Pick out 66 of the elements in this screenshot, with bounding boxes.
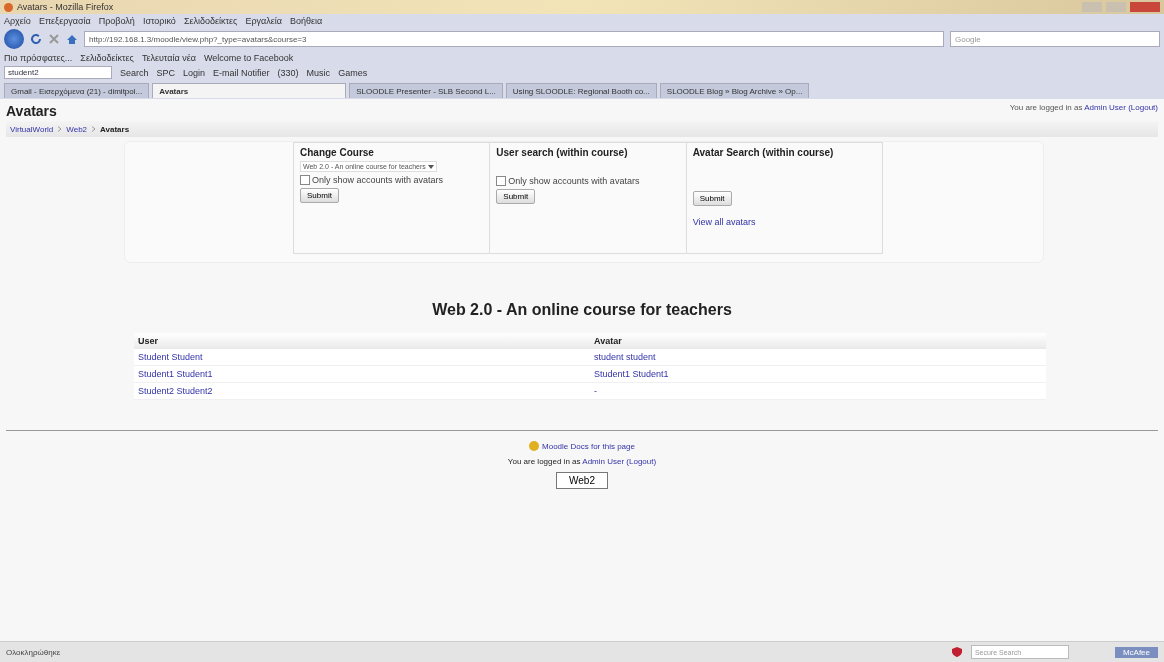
table-link[interactable]: student student: [594, 352, 656, 362]
chevron-icon: [91, 126, 97, 132]
table-link[interactable]: Student1 Student1: [138, 369, 213, 379]
checkbox[interactable]: [496, 176, 507, 186]
browser-tab[interactable]: Gmail - Εισερχόμενα (21) - dimitpol...: [4, 83, 150, 98]
toolbar-item[interactable]: (330): [277, 67, 299, 78]
shield-icon: [950, 646, 963, 658]
column-header: Avatar: [590, 333, 1046, 349]
address-field[interactable]: http://192.168.1.3/moodle/view.php?_type=avatars&course=3: [84, 31, 944, 47]
panel-title: Change Course: [300, 147, 374, 158]
caret-icon: [427, 165, 434, 169]
panel-title: User search (within course): [496, 147, 628, 158]
browser-tab[interactable]: Avatars: [152, 83, 347, 98]
submit-button[interactable]: Submit: [692, 191, 732, 206]
checkbox[interactable]: [300, 175, 310, 185]
column-header: User: [134, 333, 590, 349]
table-link[interactable]: Student Student: [138, 352, 203, 362]
menu-item[interactable]: Επεξεργασία: [38, 16, 91, 26]
view-all-link[interactable]: View all avatars: [692, 217, 756, 227]
bookmark-item[interactable]: Welcome to Facebook: [203, 52, 294, 63]
bookmark-item[interactable]: Τελευταία νέα: [141, 52, 196, 63]
course-title: Web 2.0 - An online course for teachers: [431, 301, 733, 319]
checkbox-label: Only show accounts with avatars: [312, 175, 444, 185]
menu-item[interactable]: Αρχείο: [4, 16, 31, 26]
menu-item[interactable]: Βοήθεια: [289, 16, 323, 26]
menu-item[interactable]: Εργαλεία: [245, 16, 282, 26]
window-title: Avatars - Mozilla Firefox: [17, 2, 114, 12]
status-text: Ολοκληρώθηκε: [6, 647, 61, 657]
page-heading: Avatars: [6, 103, 57, 119]
table-link[interactable]: -: [594, 386, 597, 396]
home-icon[interactable]: [66, 33, 78, 45]
table-link[interactable]: Student2 Student2: [138, 386, 213, 396]
menu-item[interactable]: Σελιδοδείκτες: [183, 16, 238, 26]
browser-tab[interactable]: SLOODLE Blog » Blog Archive » Op...: [659, 83, 810, 98]
login-text: You are logged in as Admin User (Logout): [507, 457, 657, 466]
toolbar-item[interactable]: SPC: [156, 67, 176, 78]
stop-icon[interactable]: [48, 33, 60, 45]
breadcrumb-link[interactable]: VirtualWorld: [10, 124, 54, 134]
panel-title: Avatar Search (within course): [692, 147, 834, 158]
docs-link[interactable]: Moodle Docs for this page: [542, 441, 635, 451]
submit-button[interactable]: Submit: [496, 189, 536, 204]
checkbox-label: Only show accounts with avatars: [508, 176, 640, 186]
user-link[interactable]: Admin User: [582, 457, 625, 466]
table-link[interactable]: Student1 Student1: [594, 369, 669, 379]
browser-tab[interactable]: SLOODLE Presenter - SLB Second L...: [349, 83, 503, 98]
breadcrumb-current: Avatars: [100, 124, 130, 134]
toolbar-search-field[interactable]: student2: [4, 66, 112, 79]
menu-item[interactable]: Ιστορικό: [142, 16, 176, 26]
toolbar-item[interactable]: Search: [120, 67, 149, 78]
login-text: You are logged in as Admin User (Logout): [1009, 103, 1158, 112]
bookmark-item[interactable]: Σελιδοδείκτες: [80, 52, 134, 63]
reload-icon[interactable]: [30, 33, 42, 45]
logout-link[interactable]: (Logout): [1128, 103, 1158, 112]
toolbar-item[interactable]: Login: [183, 67, 206, 78]
bookmark-item[interactable]: Πιο πρόσφατες...: [4, 52, 73, 63]
course-button[interactable]: Web2: [556, 472, 608, 489]
chevron-icon: [57, 126, 63, 132]
breadcrumb-link[interactable]: Web2: [66, 124, 88, 134]
toolbar-item[interactable]: Music: [306, 67, 331, 78]
toolbar-item[interactable]: E-mail Notifier: [213, 67, 270, 78]
submit-button[interactable]: Submit: [300, 188, 339, 203]
toolbar-item[interactable]: Games: [338, 67, 368, 78]
browser-tab[interactable]: Using SLOODLE: Regional Booth co...: [505, 83, 657, 98]
logout-link[interactable]: (Logout): [626, 457, 657, 466]
menu-item[interactable]: Προβολή: [98, 16, 135, 26]
user-link[interactable]: Admin User: [1084, 103, 1126, 112]
